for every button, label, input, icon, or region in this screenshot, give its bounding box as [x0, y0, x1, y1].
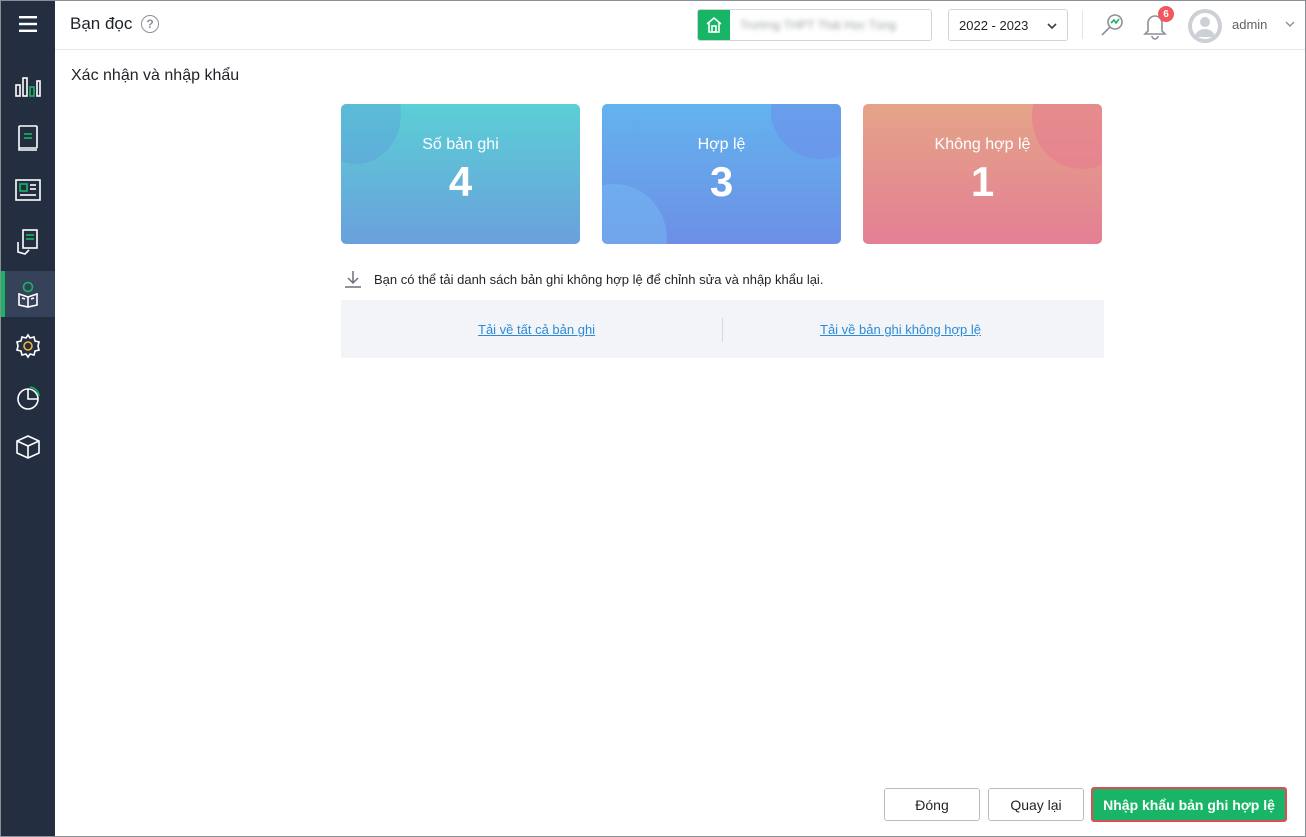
pie-chart-icon: [17, 386, 40, 410]
sidebar-item-dashboard[interactable]: [1, 63, 55, 109]
newspaper-icon: [15, 179, 41, 201]
reader-icon: [18, 281, 38, 308]
school-name: Trường THPT Thái Học Tùng: [740, 18, 896, 32]
sidebar: [1, 1, 55, 836]
hand-document-icon: [17, 229, 38, 255]
top-header: Bạn đọc ? Trường THPT Thái Học Tùng 2022…: [55, 1, 1305, 50]
sidebar-item-books[interactable]: [1, 115, 55, 161]
notification-badge: 6: [1158, 6, 1174, 22]
download-icon: [345, 271, 361, 288]
panel-divider: [722, 318, 723, 342]
chart-bars-icon: [15, 77, 41, 97]
user-name[interactable]: admin: [1232, 17, 1267, 32]
card-decoration: [341, 104, 401, 164]
sidebar-item-reports[interactable]: [1, 375, 55, 421]
close-button[interactable]: Đóng: [884, 788, 980, 821]
back-button[interactable]: Quay lại: [988, 788, 1084, 821]
school-selector[interactable]: Trường THPT Thái Học Tùng: [697, 9, 932, 41]
header-divider: [1082, 11, 1083, 39]
hamburger-icon: [19, 16, 37, 32]
sidebar-item-borrowing[interactable]: [1, 219, 55, 265]
hint-text: Bạn có thể tải danh sách bản ghi không h…: [374, 271, 824, 287]
book-icon: [18, 125, 38, 151]
card-value: 4: [448, 158, 473, 205]
gear-icon: [16, 333, 40, 359]
download-all-link[interactable]: Tải về tất cả bản ghi: [478, 322, 595, 337]
download-panel: Tải về tất cả bản ghi Tải về bản ghi khô…: [341, 300, 1104, 358]
card-label: Số bản ghi: [422, 136, 499, 153]
sidebar-item-settings[interactable]: [1, 323, 55, 369]
card-label: Không hợp lệ: [934, 136, 1031, 153]
page-title: Bạn đọc: [70, 14, 133, 33]
school-home-icon: [698, 10, 730, 40]
sidebar-item-inventory[interactable]: [1, 424, 55, 470]
help-icon[interactable]: ?: [141, 15, 159, 33]
school-year-value: 2022 - 2023: [959, 17, 1029, 33]
menu-toggle-button[interactable]: [1, 1, 55, 47]
chevron-down-icon: [1047, 23, 1057, 30]
download-hint: Bạn có thể tải danh sách bản ghi không h…: [344, 270, 823, 288]
section-title: Xác nhận và nhập khẩu: [71, 67, 240, 84]
card-value: 1: [970, 158, 995, 205]
school-year-select[interactable]: 2022 - 2023: [948, 9, 1068, 41]
valid-records-card: Hợp lệ 3: [602, 104, 841, 244]
search-tool-icon[interactable]: [1098, 11, 1126, 39]
avatar[interactable]: [1188, 9, 1222, 43]
sidebar-item-readers[interactable]: [1, 271, 55, 317]
box-icon: [16, 435, 40, 459]
sidebar-item-periodicals[interactable]: [1, 167, 55, 213]
card-value: 3: [709, 158, 734, 205]
user-menu-chevron-icon[interactable]: [1284, 19, 1296, 29]
card-label: Hợp lệ: [697, 136, 746, 153]
invalid-records-card: Không hợp lệ 1: [863, 104, 1102, 244]
download-invalid-link[interactable]: Tải về bản ghi không hợp lệ: [820, 322, 981, 337]
import-valid-records-button[interactable]: Nhập khẩu bản ghi hợp lệ: [1091, 787, 1287, 822]
total-records-card: Số bản ghi 4: [341, 104, 580, 244]
